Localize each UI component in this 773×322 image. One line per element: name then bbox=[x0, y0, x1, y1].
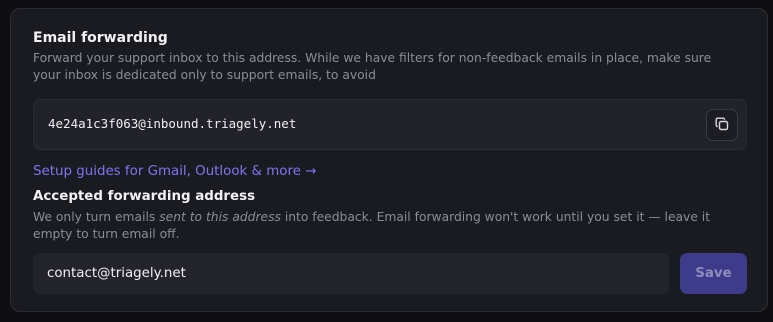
copy-icon bbox=[715, 116, 729, 135]
setup-guides-link[interactable]: Setup guides for Gmail, Outlook & more → bbox=[33, 164, 316, 179]
save-button[interactable]: Save bbox=[680, 253, 747, 294]
copy-button[interactable] bbox=[706, 109, 738, 141]
accepted-address-description: We only turn emails sent to this address… bbox=[33, 209, 748, 243]
accepted-address-title: Accepted forwarding address bbox=[33, 189, 256, 204]
forwarding-address-input[interactable] bbox=[33, 253, 669, 294]
accepted-desc-before: We only turn emails bbox=[33, 210, 160, 224]
section-title: Email forwarding bbox=[33, 30, 168, 46]
section-description: Forward your support inbox to this addre… bbox=[33, 51, 712, 82]
inbound-address-box: 4e24a1c3f063@inbound.triagely.net bbox=[33, 99, 747, 150]
accepted-desc-emphasis: sent to this address bbox=[159, 210, 281, 224]
inbound-address[interactable]: 4e24a1c3f063@inbound.triagely.net bbox=[48, 116, 296, 131]
email-forwarding-card: Email forwarding Forward your support in… bbox=[10, 8, 768, 312]
